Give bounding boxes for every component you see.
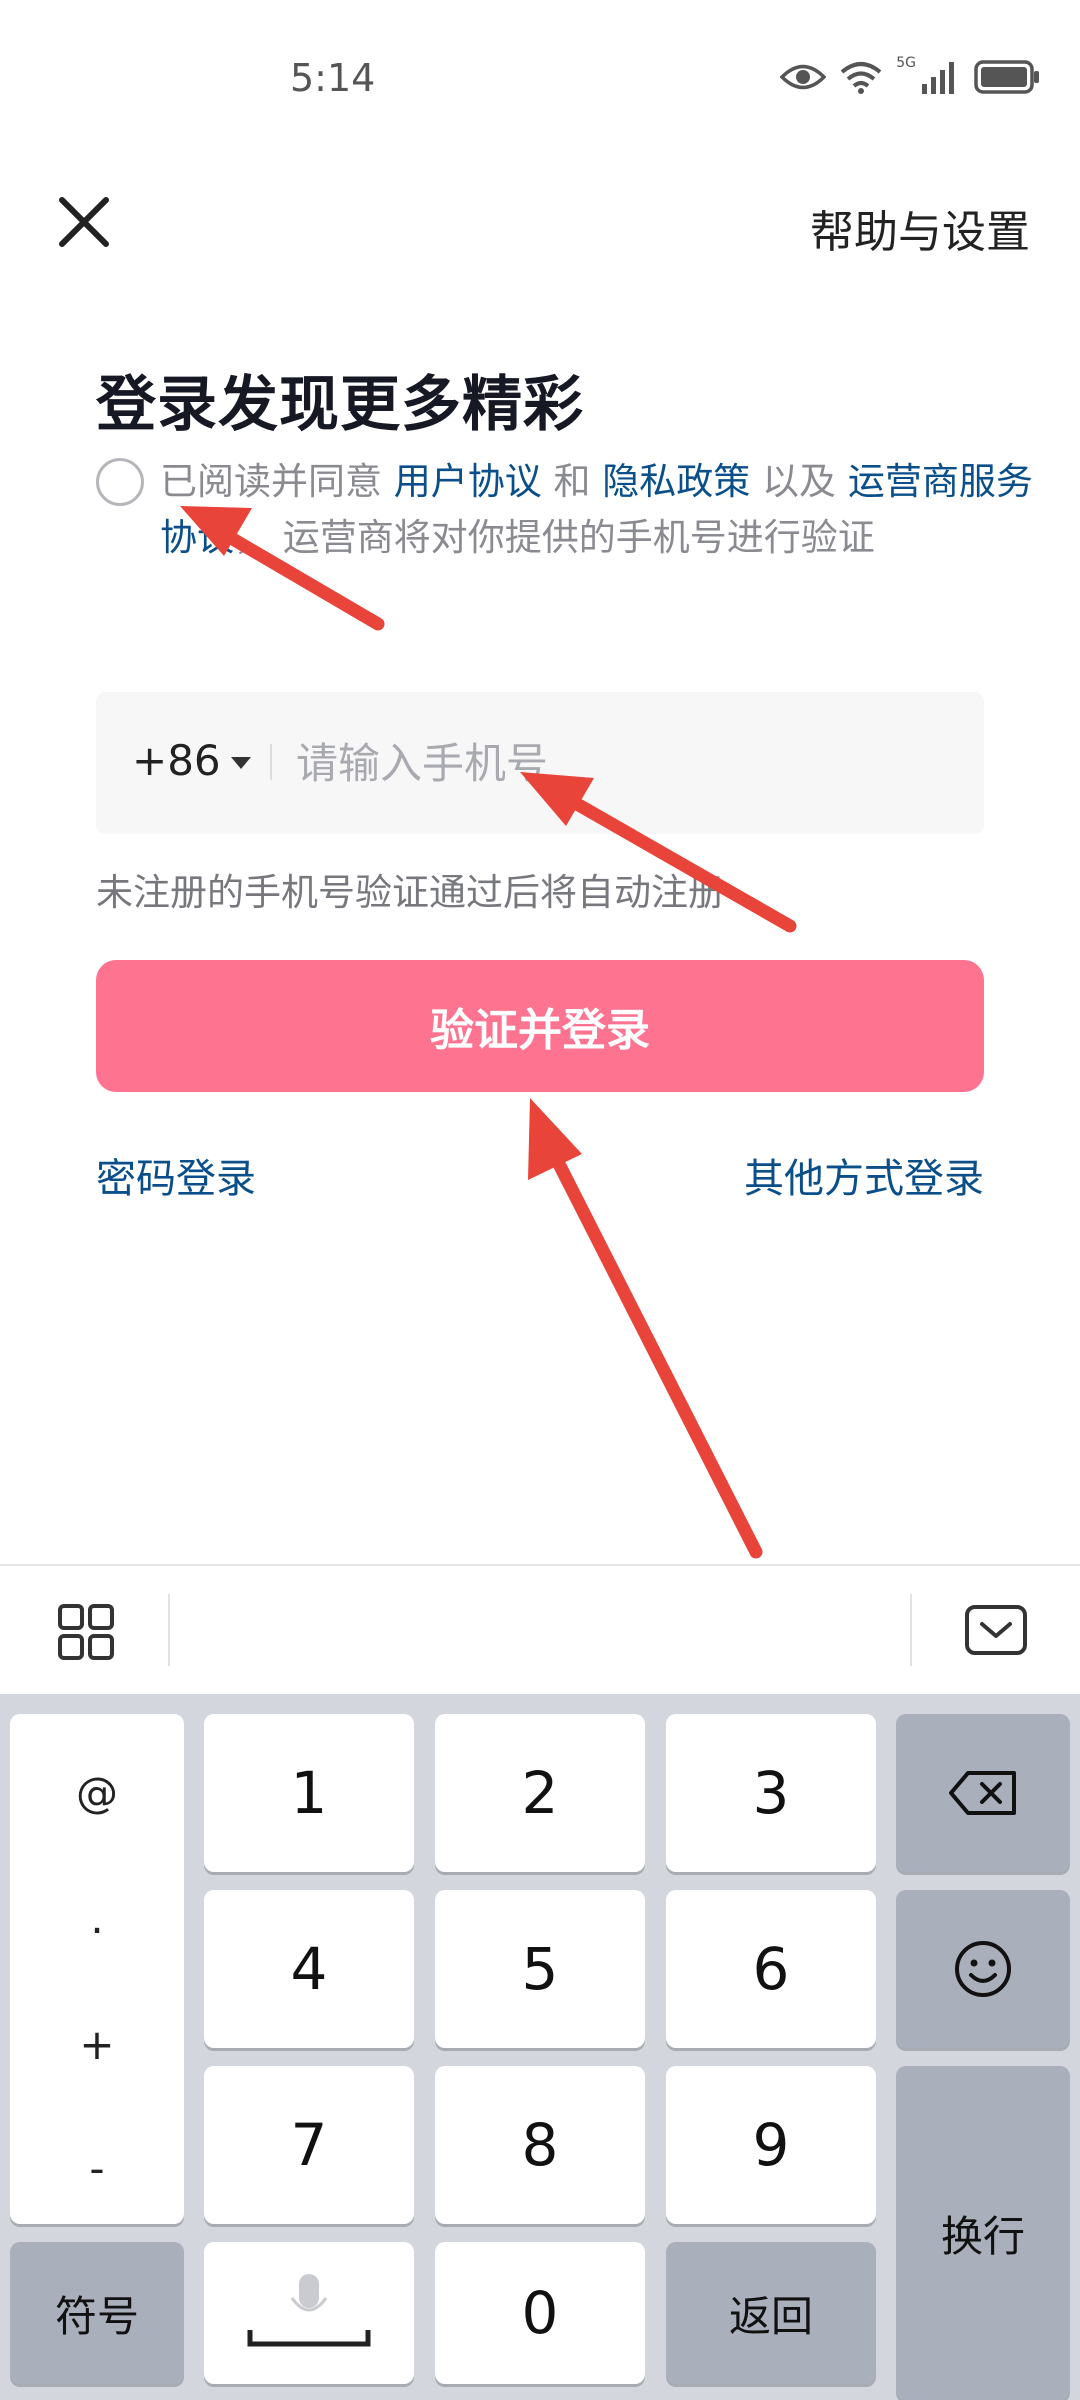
verify-login-button[interactable]: 验证并登录 bbox=[96, 960, 984, 1092]
enter-key[interactable]: 换行 bbox=[896, 2066, 1070, 2400]
key-4[interactable]: 4 bbox=[204, 1890, 414, 2048]
chevron-down-icon bbox=[230, 756, 251, 769]
password-login-link[interactable]: 密码登录 bbox=[96, 1146, 256, 1204]
key-5[interactable]: 5 bbox=[435, 1890, 645, 2048]
agreement-checkbox[interactable] bbox=[96, 458, 144, 506]
cellular-signal-icon bbox=[922, 62, 954, 94]
status-icons: 5G bbox=[780, 52, 1040, 102]
agreement-suffix: ， 运营商将对你提供的手机号进行验证 bbox=[234, 516, 875, 559]
keyboard-hide-button[interactable] bbox=[964, 1604, 1028, 1660]
backspace-key[interactable] bbox=[896, 1714, 1070, 1872]
eye-icon bbox=[780, 64, 827, 90]
microphone-icon bbox=[247, 2274, 371, 2347]
emoji-key[interactable] bbox=[896, 1890, 1070, 2048]
status-bar: 5:14 5G bbox=[0, 0, 1080, 160]
key-plus[interactable]: + bbox=[10, 2020, 184, 2069]
key-1[interactable]: 1 bbox=[204, 1714, 414, 1872]
key-8[interactable]: 8 bbox=[435, 2066, 645, 2224]
symbols-key[interactable]: 符号 bbox=[10, 2242, 184, 2384]
wifi-icon bbox=[840, 62, 882, 94]
key-0[interactable]: 0 bbox=[435, 2242, 645, 2384]
phone-input-box: +86 bbox=[96, 692, 984, 834]
key-minus[interactable]: - bbox=[10, 2144, 184, 2193]
user-agreement-link[interactable]: 用户协议 bbox=[394, 460, 542, 503]
key-6[interactable]: 6 bbox=[666, 1890, 876, 2048]
toolbar-separator bbox=[910, 1594, 912, 1666]
agreement-and: 和 bbox=[541, 460, 603, 503]
agreement-prefix: 已阅读并同意 bbox=[160, 460, 394, 503]
close-button[interactable] bbox=[56, 194, 112, 250]
key-3[interactable]: 3 bbox=[666, 1714, 876, 1872]
country-code-value: +86 bbox=[132, 736, 221, 785]
page-title: 登录发现更多精彩 bbox=[96, 370, 584, 440]
key-9[interactable]: 9 bbox=[666, 2066, 876, 2224]
agreement-text: 已阅读并同意 用户协议 和 隐私政策 以及 运营商服务协议， 运营商将对你提供的… bbox=[160, 454, 1060, 566]
close-icon bbox=[59, 197, 109, 247]
privacy-policy-link[interactable]: 隐私政策 bbox=[602, 460, 750, 503]
return-key[interactable]: 返回 bbox=[666, 2242, 876, 2384]
input-divider bbox=[270, 744, 272, 780]
register-hint: 未注册的手机号验证通过后将自动注册 bbox=[96, 871, 725, 914]
space-key[interactable] bbox=[204, 2242, 414, 2384]
country-code-selector[interactable]: +86 bbox=[132, 736, 251, 785]
phone-number-input[interactable] bbox=[296, 722, 936, 804]
symbol-column[interactable]: @ . + - bbox=[10, 1714, 184, 2224]
help-settings-link[interactable]: 帮助与设置 bbox=[810, 196, 1030, 260]
backspace-icon bbox=[949, 1771, 1016, 1815]
emoji-icon bbox=[955, 1941, 1011, 1997]
toolbar-separator bbox=[168, 1594, 170, 1666]
key-at[interactable]: @ bbox=[10, 1768, 184, 1817]
arrow-to-login-button bbox=[528, 1098, 763, 1559]
key-dot[interactable]: . bbox=[10, 1894, 184, 1943]
key-7[interactable]: 7 bbox=[204, 2066, 414, 2224]
battery-icon bbox=[974, 60, 1039, 94]
keyboard-hide-icon bbox=[965, 1605, 1027, 1655]
network-type-label: 5G bbox=[896, 55, 916, 71]
status-time: 5:14 bbox=[290, 56, 376, 100]
numeric-keyboard: @ . + - 1 2 3 4 5 6 7 8 9 换行 符号 0 返回 bbox=[0, 1694, 1080, 2400]
keyboard-grid-button[interactable] bbox=[56, 1602, 116, 1666]
keyboard-toolbar bbox=[0, 1564, 1080, 1694]
agreement-and-also: 以及 bbox=[750, 460, 848, 503]
other-login-link[interactable]: 其他方式登录 bbox=[744, 1146, 984, 1204]
grid-icon bbox=[58, 1604, 114, 1660]
key-2[interactable]: 2 bbox=[435, 1714, 645, 1872]
